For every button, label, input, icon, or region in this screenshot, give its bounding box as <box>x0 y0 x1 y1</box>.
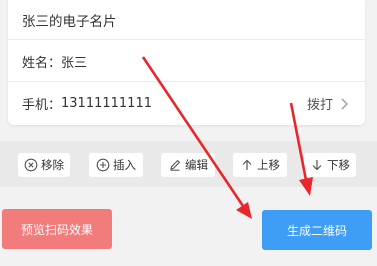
name-value: 张三 <box>61 55 88 71</box>
chevron-right-icon <box>341 98 348 109</box>
card-title: 张三的电子名片 <box>22 13 117 30</box>
add-circle-icon <box>96 158 110 172</box>
edit-label: 编辑 <box>185 158 208 172</box>
generate-qrcode-button[interactable]: 生成二维码 <box>262 210 372 250</box>
preview-scan-button[interactable]: 预览扫码效果 <box>2 209 112 249</box>
arrow-up-icon <box>242 159 252 170</box>
name-row[interactable]: 姓名： 张三 <box>8 41 365 82</box>
phone-value: 13111111111 <box>61 96 152 111</box>
insert-button[interactable]: 插入 <box>89 153 143 177</box>
preview-scan-label: 预览扫码效果 <box>20 222 93 237</box>
move-up-button[interactable]: 上移 <box>233 153 287 177</box>
edit-toolbar: 移除 插入 编辑 上移 下移 <box>0 141 377 187</box>
dial-button[interactable]: 拨打 <box>307 94 351 113</box>
insert-label: 插入 <box>113 158 136 172</box>
generate-qrcode-label: 生成二维码 <box>286 223 347 238</box>
phone-label: 手机： <box>22 98 62 113</box>
phone-row[interactable]: 手机： 13111111111 拨打 <box>8 83 365 124</box>
pencil-icon <box>170 159 181 171</box>
move-down-label: 下移 <box>327 158 350 172</box>
remove-label: 移除 <box>41 158 64 172</box>
arrow-down-icon <box>312 160 322 171</box>
move-up-label: 上移 <box>257 158 280 172</box>
remove-button[interactable]: 移除 <box>18 153 70 177</box>
business-card: 张三的电子名片 姓名： 张三 手机： 13111111111 拨打 <box>8 0 365 125</box>
card-title-row: 张三的电子名片 <box>8 0 365 40</box>
name-label: 姓名： <box>22 55 62 71</box>
move-down-button[interactable]: 下移 <box>304 153 356 177</box>
dial-label: 拨打 <box>306 98 333 113</box>
remove-circle-icon <box>24 158 38 172</box>
edit-button[interactable]: 编辑 <box>161 153 215 177</box>
